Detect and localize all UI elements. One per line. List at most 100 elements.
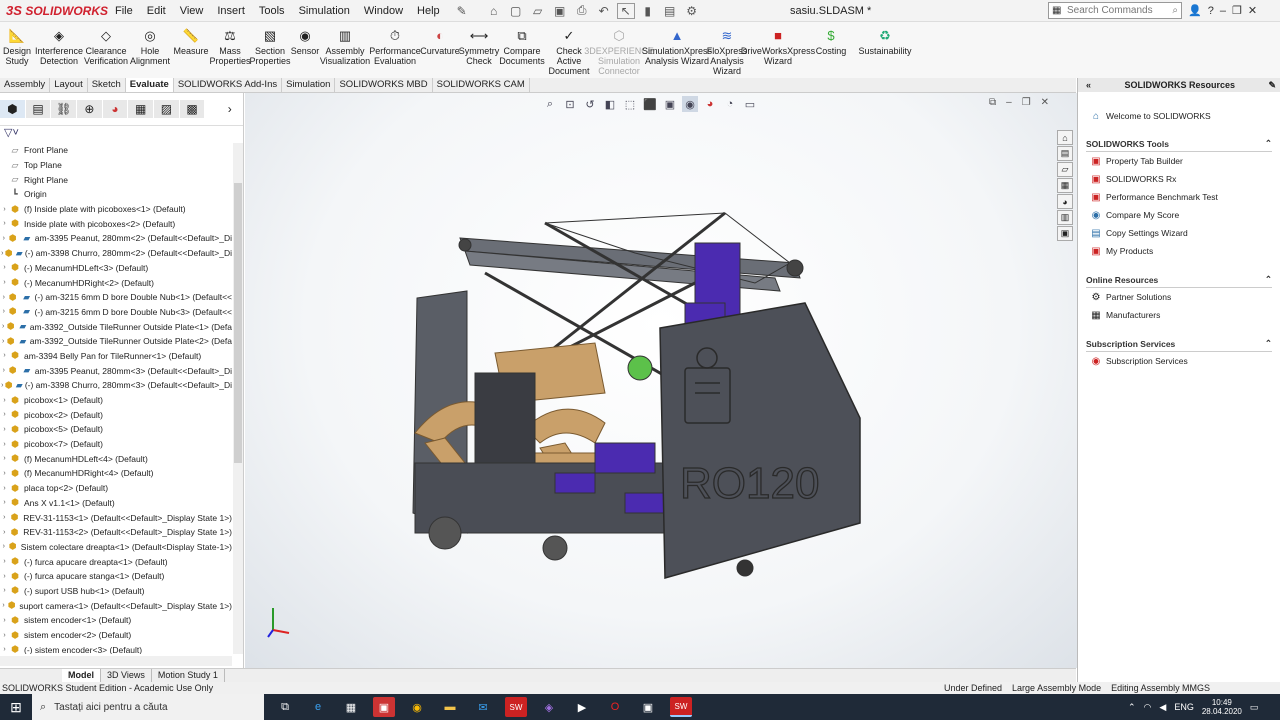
viewport-split-icon[interactable]: ⧉ <box>989 97 996 108</box>
tree-item[interactable]: ▱ Top Plane <box>0 158 232 173</box>
tree-item[interactable]: › ⬢ (-) furca apucare dreapta<1> (Default) <box>0 554 232 569</box>
viewport-restore-icon[interactable]: ❐ <box>1022 97 1031 108</box>
select-icon[interactable]: ↖ <box>616 2 635 19</box>
displaymanager-tab-icon[interactable]: ◕ <box>102 100 128 118</box>
expand-arrow-icon[interactable]: › <box>0 470 9 477</box>
tab-model[interactable]: Model <box>62 669 101 682</box>
search-icon[interactable]: ⌕ <box>1172 5 1178 16</box>
task-view-icon[interactable]: ⧉ <box>274 697 296 717</box>
menu-tools[interactable]: Tools <box>252 0 292 22</box>
tree-item[interactable]: › ⬢ REV-31-1153<2> (Default<<Default>_Disp… <box>0 525 232 540</box>
tree-item[interactable]: › ⬢ picobox<1> (Default) <box>0 393 232 408</box>
media-icon[interactable]: ▶ <box>571 697 593 717</box>
menu-view[interactable]: View <box>173 0 211 22</box>
expand-arrow-icon[interactable]: › <box>0 617 9 624</box>
edge-icon[interactable]: e <box>307 697 329 717</box>
dimxpert-tab-icon[interactable]: ⊕ <box>77 100 102 118</box>
tab-layout[interactable]: Layout <box>50 78 88 92</box>
expand-arrow-icon[interactable]: › <box>0 573 9 580</box>
tree-item[interactable]: ┗ Origin <box>0 187 232 202</box>
expand-arrow-icon[interactable]: › <box>0 499 9 506</box>
tree-item[interactable]: › ⬢ (-) furca apucare stanga<1> (Default) <box>0 569 232 584</box>
home-icon[interactable]: ⌂ <box>485 3 503 19</box>
solidworks-active-taskbar-icon[interactable]: SW <box>670 697 692 717</box>
hole-alignment-button[interactable]: ◎ Hole Alignment <box>128 22 172 78</box>
expand-arrow-icon[interactable]: › <box>0 587 9 594</box>
expand-arrow-icon[interactable]: › <box>0 411 9 418</box>
tree-item[interactable]: › ⬢ sistem encoder<1> (Default) <box>0 613 232 628</box>
menu-insert[interactable]: Insert <box>210 0 252 22</box>
file-explorer-icon[interactable]: ▬ <box>439 697 461 717</box>
close-icon[interactable]: ✕ <box>1248 0 1257 22</box>
expand-arrow-icon[interactable]: › <box>0 632 9 639</box>
expand-arrow-icon[interactable]: › <box>0 264 9 271</box>
opera-icon[interactable]: O <box>604 697 626 717</box>
viewport-minimize-icon[interactable]: – <box>1006 97 1012 108</box>
expand-arrow-icon[interactable]: › <box>0 426 9 433</box>
expand-arrow-icon[interactable]: › <box>0 294 8 301</box>
driveworksxpress-button[interactable]: ■ DriveWorksXpress Wizard <box>741 22 815 78</box>
tree-item[interactable]: › ⬢ picobox<5> (Default) <box>0 422 232 437</box>
measure-button[interactable]: 📏 Measure <box>172 22 210 78</box>
compare-documents-button[interactable]: ⧉ Compare Documents <box>498 22 546 78</box>
welcome-link[interactable]: ⌂ Welcome to SOLIDWORKS <box>1078 106 1280 126</box>
costing-button[interactable]: $ Costing <box>810 22 852 78</box>
apply-scene-icon[interactable]: ◔ <box>722 96 738 112</box>
design-library-icon[interactable]: ▤ <box>1057 146 1073 161</box>
expand-arrow-icon[interactable]: › <box>0 646 9 653</box>
appearances-icon[interactable]: ◕ <box>1057 194 1073 209</box>
expand-arrow-icon[interactable]: › <box>0 455 9 462</box>
partner-solutions-link[interactable]: ⚙ Partner Solutions <box>1078 288 1280 306</box>
collapse-chevron-icon[interactable]: ⌃ <box>1265 274 1272 285</box>
tree-item[interactable]: › ⬢ Sistem colectare dreapta<1> (Default<D… <box>0 540 232 555</box>
tree-item[interactable]: › ⬢ Inside plate with picoboxes<2> (Defaul… <box>0 216 232 231</box>
expand-arrow-icon[interactable]: › <box>0 206 9 213</box>
simulationxpress-button[interactable]: ▲ SimulationXpress Analysis Wizard <box>642 22 712 78</box>
curvature-button[interactable]: ◐ Curvature <box>420 22 460 78</box>
tree-vertical-scrollbar[interactable] <box>233 143 243 654</box>
chrome-icon[interactable]: ◉ <box>406 697 428 717</box>
propertymanager-tab-icon[interactable]: ▤ <box>25 100 51 118</box>
dynamic-annotation-icon[interactable]: ⬚ <box>622 96 638 112</box>
help-button[interactable]: ? <box>1208 0 1214 22</box>
display-style-icon[interactable]: ▣ <box>662 96 678 112</box>
print-icon[interactable]: ⎙ <box>573 3 591 19</box>
resources-home-icon[interactable]: ⌂ <box>1057 130 1073 145</box>
view-settings-icon[interactable]: ▭ <box>742 96 758 112</box>
options-gear-icon[interactable]: ⚙ <box>683 3 701 19</box>
tree-item[interactable]: › ⬢ REV-31-1153<1> (Default<<Default>_Disp… <box>0 510 232 525</box>
tab-addins[interactable]: SOLIDWORKS Add-Ins <box>174 78 283 92</box>
design-study-button[interactable]: 📐 Design Study <box>0 22 34 78</box>
tab-motion-study[interactable]: Motion Study 1 <box>152 669 225 682</box>
tab-3d-views[interactable]: 3D Views <box>101 669 152 682</box>
pin-pane-icon[interactable]: ✎ <box>1268 78 1276 92</box>
tree-item[interactable]: › ⬢ ▰ (-) am-3215 6mm D bore Double Nub<1> … <box>0 290 232 305</box>
tree-item[interactable]: › ⬢ ▰ (-) am-3398 Churro, 280mm<3> (Default… <box>0 378 232 393</box>
expand-arrow-icon[interactable]: › <box>0 220 9 227</box>
expand-arrow-icon[interactable]: › <box>0 543 8 550</box>
viewport-close-icon[interactable]: ✕ <box>1041 97 1049 108</box>
tree-item[interactable]: › ⬢ picobox<7> (Default) <box>0 437 232 452</box>
assembly-visualization-button[interactable]: ▥ Assembly Visualization <box>320 22 370 78</box>
configurationmanager-tab-icon[interactable]: ⛓ <box>51 100 77 118</box>
custom-properties-icon[interactable]: ▥ <box>1057 210 1073 225</box>
store-icon[interactable]: ▦ <box>340 697 362 717</box>
previous-view-icon[interactable]: ↺ <box>582 96 598 112</box>
subscription-services-link[interactable]: ◉ Subscription Services <box>1078 352 1280 370</box>
forum-icon[interactable]: ▣ <box>1057 226 1073 241</box>
expand-tabs-chevron-icon[interactable]: › <box>217 100 242 118</box>
menu-edit[interactable]: Edit <box>140 0 173 22</box>
tree-item[interactable]: › ⬢ placa top<2> (Default) <box>0 481 232 496</box>
solidworks-taskbar-icon[interactable]: SW <box>505 697 527 717</box>
menu-window[interactable]: Window <box>357 0 410 22</box>
tree-horizontal-scrollbar[interactable] <box>0 656 232 666</box>
tree-item[interactable]: › ⬢ ▰ (-) am-3398 Churro, 280mm<2> (Default… <box>0 246 232 261</box>
minimize-icon[interactable]: – <box>1220 0 1226 22</box>
zoom-to-fit-icon[interactable]: ⌕ <box>542 96 558 112</box>
hide-show-items-icon[interactable]: ◉ <box>682 96 698 112</box>
start-windows-icon[interactable]: ⊞ <box>0 694 32 720</box>
tree-item[interactable]: › ⬢ Ans X v1.1<1> (Default) <box>0 496 232 511</box>
file-properties-icon[interactable]: ▤ <box>661 3 679 19</box>
tree-item[interactable]: › ⬢ picobox<2> (Default) <box>0 407 232 422</box>
view-orientation-icon[interactable]: ⬛ <box>642 96 658 112</box>
